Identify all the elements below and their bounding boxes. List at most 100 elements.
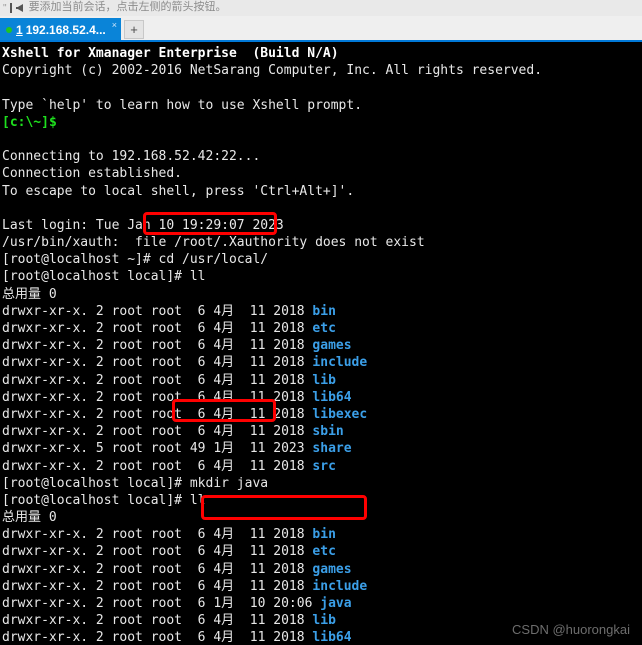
terminal-text: [root@localhost local]# ll — [2, 492, 206, 508]
terminal-output[interactable]: Xshell for Xmanager Enterprise (Build N/… — [0, 42, 642, 645]
terminal-line-banner-copyright: Copyright (c) 2002-2016 NetSarang Comput… — [2, 62, 642, 79]
terminal-line-ls2-java: drwxr-xr-x. 2 root root 6 1月 10 20:06 ja… — [2, 595, 642, 612]
terminal-text: drwxr-xr-x. 2 root root 6 4月 11 2018 — [2, 321, 313, 336]
terminal-text: drwxr-xr-x. 2 root root 6 4月 11 2018 — [2, 338, 313, 354]
terminal-text: drwxr-xr-x. 2 root root 6 4月 11 2018 — [2, 406, 313, 422]
terminal-text: sbin — [312, 424, 344, 440]
tab-bar: 1 192.168.52.4... × + — [0, 16, 642, 41]
terminal-text: To escape to local shell, press 'Ctrl+Al… — [2, 183, 355, 199]
terminal-line-ls1-src: drwxr-xr-x. 2 root root 6 4月 11 2018 src — [2, 458, 642, 475]
terminal-text: Connecting to 192.168.52.42:22... — [2, 149, 261, 165]
session-hint-bar: " 要添加当前会话，点击左侧的箭头按钮。 — [0, 0, 642, 17]
terminal-text: mkdir java — [189, 475, 269, 491]
terminal-line-ls1-etc: drwxr-xr-x. 2 root root 6 4月 11 2018 etc — [2, 320, 642, 337]
tab-title-label: 192.168.52.4... — [25, 22, 106, 37]
terminal-text: [root@localhost local]# — [2, 475, 190, 491]
terminal-line-total-2: 总用量 0 — [2, 509, 642, 526]
tab-session-1[interactable]: 1 192.168.52.4... × — [0, 18, 122, 41]
terminal-line-cmd-ll-1: [root@localhost local]# ll — [2, 268, 642, 285]
terminal-text: src — [312, 458, 336, 474]
terminal-text: Last login: Tue Jan 10 19:29:07 2023 — [2, 217, 284, 233]
terminal-line-cmd-cd: [root@localhost ~]# cd /usr/local/ — [2, 251, 642, 268]
terminal-line-ls1-share: drwxr-xr-x. 5 root root 49 1月 11 2023 sh… — [2, 440, 642, 457]
terminal-text: [root@localhost local]# ll — [2, 269, 206, 285]
terminal-line-ls1-games: drwxr-xr-x. 2 root root 6 4月 11 2018 gam… — [2, 337, 642, 354]
terminal-text: lib64 — [312, 630, 352, 645]
terminal-text: lib64 — [312, 389, 352, 405]
terminal-line-blank-2 — [2, 131, 642, 148]
xshell-window: " 要添加当前会话，点击左侧的箭头按钮。 1 192.168.52.4... ×… — [0, 0, 642, 645]
terminal-text: drwxr-xr-x. 2 root root 6 4月 11 2018 — [2, 613, 313, 629]
session-hint-text: 要添加当前会话，点击左侧的箭头按钮。 — [28, 0, 227, 13]
terminal-text: Copyright (c) 2002-2016 NetSarang Comput… — [2, 63, 543, 79]
watermark: CSDN @huorongkai — [512, 622, 630, 637]
terminal-line-escape-hint: To escape to local shell, press 'Ctrl+Al… — [2, 183, 642, 200]
terminal-text: bin — [312, 303, 336, 319]
terminal-line-blank-1 — [2, 79, 642, 96]
hint-quote-mark: " — [3, 2, 7, 14]
terminal-text: games — [312, 561, 352, 577]
terminal-line-last-login: Last login: Tue Jan 10 19:29:07 2023 — [2, 217, 642, 234]
terminal-text: drwxr-xr-x. 2 root root 6 4月 11 2018 — [2, 389, 313, 405]
terminal-text: bin — [312, 527, 336, 543]
terminal-text: lib — [312, 613, 336, 629]
terminal-text: etc — [312, 321, 336, 336]
terminal-line-ls1-lib64: drwxr-xr-x. 2 root root 6 4月 11 2018 lib… — [2, 389, 642, 406]
terminal-line-ls1-bin: drwxr-xr-x. 2 root root 6 4月 11 2018 bin — [2, 303, 642, 320]
terminal-text: drwxr-xr-x. 2 root root 6 4月 11 2018 — [2, 355, 313, 371]
arrow-to-left-icon — [9, 3, 23, 13]
terminal-text: 总用量 0 — [2, 286, 57, 302]
terminal-text: Xshell for Xmanager Enterprise (Build N/… — [2, 46, 339, 61]
terminal-text: etc — [312, 544, 336, 560]
terminal-text: drwxr-xr-x. 2 root root 6 4月 11 2018 — [2, 544, 313, 560]
terminal-text: drwxr-xr-x. 2 root root 6 1月 10 20:06 — [2, 596, 321, 611]
terminal-line-connection-ok: Connection established. — [2, 165, 642, 182]
terminal-line-ls2-etc: drwxr-xr-x. 2 root root 6 4月 11 2018 etc — [2, 543, 642, 560]
terminal-line-ls1-lib: drwxr-xr-x. 2 root root 6 4月 11 2018 lib — [2, 372, 642, 389]
terminal-line-cmd-mkdir: [root@localhost local]# mkdir java — [2, 475, 642, 492]
terminal-line-cmd-ll-2: [root@localhost local]# ll — [2, 492, 642, 509]
connection-status-dot — [6, 26, 12, 33]
terminal-text: [c:\~]$ — [2, 114, 57, 130]
terminal-text: lib — [312, 372, 336, 388]
terminal-line-local-prompt: [c:\~]$ — [2, 114, 642, 131]
terminal-text: libexec — [312, 406, 368, 422]
terminal-line-connecting: Connecting to 192.168.52.42:22... — [2, 148, 642, 165]
terminal-line-help-hint: Type `help' to learn how to use Xshell p… — [2, 97, 642, 114]
terminal-line-blank-3 — [2, 200, 642, 217]
terminal-text: games — [312, 338, 352, 354]
terminal-text: [root@localhost ~]# — [2, 252, 159, 268]
terminal-line-ls2-games: drwxr-xr-x. 2 root root 6 4月 11 2018 gam… — [2, 561, 642, 578]
terminal-text: drwxr-xr-x. 2 root root 6 4月 11 2018 — [2, 303, 313, 319]
terminal-text: java — [320, 596, 352, 611]
terminal-text: 总用量 0 — [2, 510, 57, 526]
terminal-text: Connection established. — [2, 166, 183, 182]
terminal-line-ls1-sbin: drwxr-xr-x. 2 root root 6 4月 11 2018 sbi… — [2, 423, 642, 440]
terminal-text: /usr/bin/xauth: file /root/.Xauthority d… — [2, 235, 425, 251]
terminal-line-ls2-bin: drwxr-xr-x. 2 root root 6 4月 11 2018 bin — [2, 526, 642, 543]
terminal-text: drwxr-xr-x. 2 root root 6 4月 11 2018 — [2, 458, 313, 474]
terminal-text: cd /usr/local/ — [158, 252, 269, 268]
terminal-text: drwxr-xr-x. 5 root root 49 1月 11 2023 — [2, 441, 313, 457]
terminal-text: share — [312, 441, 352, 457]
terminal-line-total-1: 总用量 0 — [2, 286, 642, 303]
terminal-line-ls1-libexec: drwxr-xr-x. 2 root root 6 4月 11 2018 lib… — [2, 406, 642, 423]
terminal-text: Type `help' to learn how to use Xshell p… — [2, 97, 363, 113]
terminal-text: drwxr-xr-x. 2 root root 6 4月 11 2018 — [2, 372, 313, 388]
new-tab-button[interactable]: + — [124, 20, 145, 39]
terminal-text: drwxr-xr-x. 2 root root 6 4月 11 2018 — [2, 561, 313, 577]
terminal-text: drwxr-xr-x. 2 root root 6 4月 11 2018 — [2, 630, 313, 645]
terminal-text: include — [312, 578, 368, 594]
terminal-text: drwxr-xr-x. 2 root root 6 4月 11 2018 — [2, 527, 313, 543]
terminal-line-banner-title: Xshell for Xmanager Enterprise (Build N/… — [2, 45, 642, 62]
terminal-line-xauth-warning: /usr/bin/xauth: file /root/.Xauthority d… — [2, 234, 642, 251]
terminal-text: drwxr-xr-x. 2 root root 6 4月 11 2018 — [2, 424, 313, 440]
tab-index-label: 1 — [16, 22, 23, 37]
terminal-text: drwxr-xr-x. 2 root root 6 4月 11 2018 — [2, 578, 313, 594]
terminal-line-ls1-include: drwxr-xr-x. 2 root root 6 4月 11 2018 inc… — [2, 354, 642, 371]
terminal-text: include — [312, 355, 368, 371]
close-icon[interactable]: × — [112, 20, 117, 30]
